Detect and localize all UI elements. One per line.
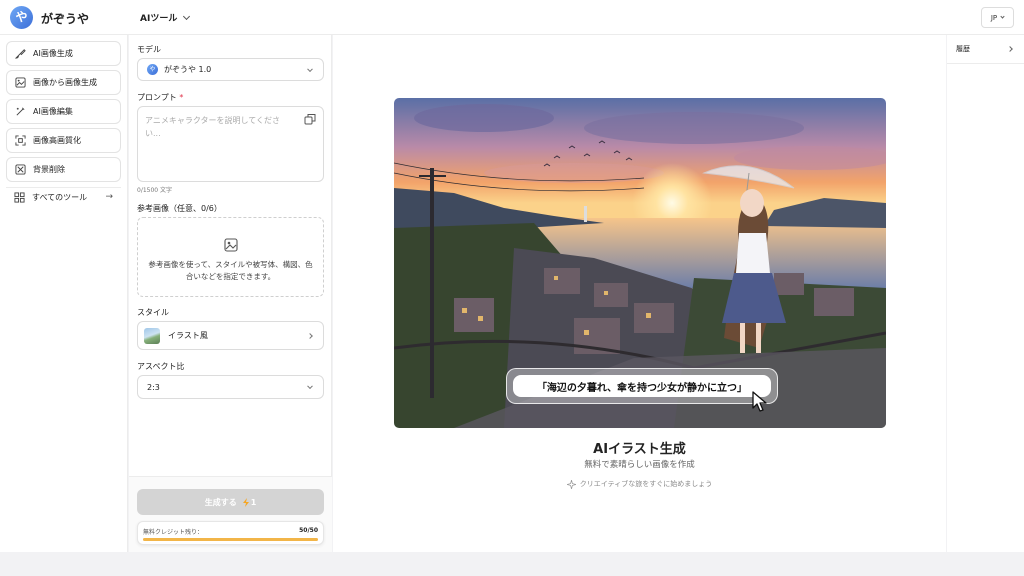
sparkle-icon: [566, 479, 576, 489]
credit-label: 無料クレジット残り：: [143, 529, 204, 536]
required-mark: *: [179, 93, 184, 102]
sidebar-item-image-to-image[interactable]: 画像から画像生成: [6, 70, 121, 95]
history-panel: 履歴: [947, 35, 1024, 552]
sidebar-item-ai-image-generation[interactable]: AI画像生成: [6, 41, 121, 66]
credit-progress-track: [143, 538, 318, 541]
model-select[interactable]: や がぞうや 1.0: [137, 58, 324, 81]
grid-icon: [14, 191, 25, 203]
reference-image-dropzone[interactable]: 参考画像を使って、スタイルや被写体、構図、色合いなどを指定できます。: [137, 217, 324, 297]
prompt-textarea[interactable]: アニメキャラクターを説明してください...: [137, 106, 324, 182]
generate-label: 生成する: [204, 497, 237, 507]
sidebar-item-all-tools[interactable]: すべてのツール →: [6, 187, 121, 207]
sidebar-item-label: すべてのツール: [32, 192, 88, 202]
cursor-icon: [752, 391, 767, 412]
main-hint-text: クリエイティブな旅をすぐに始めましょう: [579, 480, 713, 488]
generation-form: モデル や がぞうや 1.0 プロンプト * アニメキャラクターを説明してくださ…: [129, 35, 332, 552]
credit-value: 50/50: [299, 527, 318, 534]
hero-image: 「海辺の夕暮れ、傘を持つ少女が静かに立つ」: [394, 98, 886, 428]
history-label: 履歴: [956, 45, 970, 53]
magic-edit-icon: [16, 107, 25, 116]
aspect-select[interactable]: 2:3: [137, 375, 324, 399]
language-select[interactable]: JP: [981, 7, 1014, 28]
aspect-value: 2:3: [147, 382, 160, 392]
model-value: がぞうや 1.0: [164, 65, 212, 74]
main-title: AIイラスト生成: [593, 442, 686, 457]
brush-icon: [15, 49, 26, 59]
lightning-icon: [242, 497, 249, 507]
style-select[interactable]: イラスト風: [137, 321, 324, 350]
caption-text: 「海辺の夕暮れ、傘を持つ少女が静かに立つ」: [513, 375, 771, 397]
ai-tools-menu-label: AIツール: [140, 14, 178, 24]
credit-box: 無料クレジット残り： 50/50: [137, 521, 324, 545]
brand-name[interactable]: がぞうや: [41, 10, 89, 27]
ai-tools-menu[interactable]: AIツール: [140, 11, 191, 24]
chevron-down-icon: [183, 12, 191, 20]
sidebar-item-label: 画像高画質化: [33, 136, 81, 145]
logo-icon[interactable]: や: [10, 6, 33, 29]
generate-area: 生成する 1 無料クレジット残り： 50/50: [129, 476, 332, 552]
generate-button[interactable]: 生成する 1: [137, 489, 324, 515]
upscale-icon: [15, 135, 26, 146]
reference-label: 参考画像（任意、0/6）: [137, 204, 222, 213]
generate-cost-value: 1: [250, 497, 257, 507]
sidebar-item-label: AI画像生成: [33, 49, 73, 58]
top-bar: や がぞうや AIツール JP: [0, 0, 1024, 35]
char-count: 0/1500 文字: [137, 187, 173, 194]
caption-bubble: 「海辺の夕暮れ、傘を持つ少女が静かに立つ」: [506, 368, 778, 404]
model-label: モデル: [137, 45, 161, 54]
main-subtitle: 無料で素晴らしい画像を作成: [584, 460, 695, 470]
chevron-down-icon: [1000, 14, 1005, 19]
style-value: イラスト風: [168, 331, 208, 340]
arrow-right-icon: →: [105, 192, 113, 202]
reference-hint: 参考画像を使って、スタイルや被写体、構図、色合いなどを指定できます。: [148, 260, 313, 281]
sidebar-item-label: 画像から画像生成: [33, 78, 97, 87]
style-thumbnail: [144, 327, 160, 344]
history-toggle[interactable]: 履歴: [947, 35, 1024, 64]
model-logo-icon: や: [147, 64, 158, 75]
main-hint: クリエイティブな旅をすぐに始めましょう: [333, 479, 946, 489]
credit-progress-fill: [143, 538, 318, 541]
image-upload-icon: [224, 238, 238, 252]
paste-icon[interactable]: [304, 113, 316, 125]
sidebar: AI画像生成 画像から画像生成 AI画像編集 画像高画質化 背景削除 すべてのツ…: [0, 35, 128, 552]
main-preview: 「海辺の夕暮れ、傘を持つ少女が静かに立つ」 AIイラスト生成 無料で素晴らしい画…: [333, 35, 946, 552]
aspect-label: アスペクト比: [137, 362, 185, 371]
chevron-right-icon: [1007, 46, 1013, 52]
prompt-label: プロンプト *: [137, 92, 183, 103]
generate-cost: 1: [242, 497, 257, 507]
sidebar-item-ai-image-edit[interactable]: AI画像編集: [6, 99, 121, 124]
image-to-image-icon: [15, 77, 26, 88]
language-label: JP: [990, 13, 998, 22]
sidebar-item-background-remove[interactable]: 背景削除: [6, 157, 121, 182]
prompt-placeholder: アニメキャラクターを説明してください...: [145, 116, 281, 138]
sidebar-item-label: 背景削除: [33, 165, 65, 174]
sidebar-item-upscale[interactable]: 画像高画質化: [6, 128, 121, 153]
sidebar-item-label: AI画像編集: [33, 107, 73, 116]
prompt-label-text: プロンプト: [137, 93, 177, 102]
style-label: スタイル: [137, 308, 169, 317]
background-remove-icon: [15, 164, 26, 175]
